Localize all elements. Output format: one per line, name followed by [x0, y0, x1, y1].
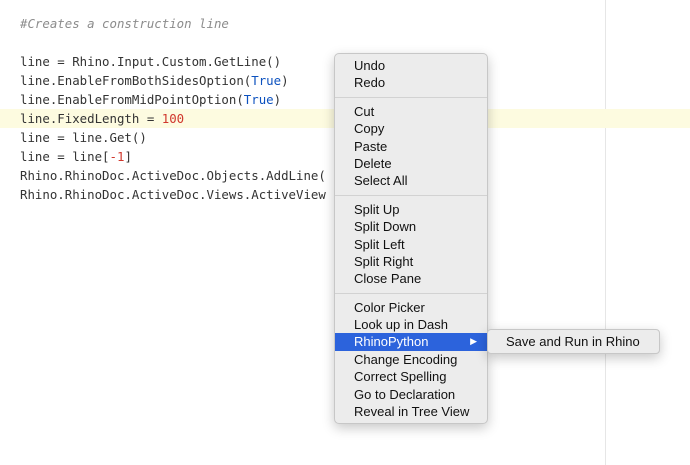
menu-item-close-pane[interactable]: Close Pane	[335, 270, 487, 287]
code-text: Rhino.RhinoDoc.ActiveDoc.Objects.AddLine…	[20, 168, 326, 183]
menu-item-undo[interactable]: Undo	[335, 57, 487, 74]
menu-item-label: Redo	[354, 75, 386, 91]
menu-item-label: Undo	[354, 58, 386, 73]
menu-item-split-down[interactable]: Split Down	[335, 218, 487, 235]
menu-item-look-up-in-dash[interactable]: Look up in Dash	[335, 316, 487, 333]
code-text: Rhino.RhinoDoc.ActiveDoc.Views.ActiveVie…	[20, 187, 326, 202]
code-text: line = line[	[20, 149, 110, 164]
menu-separator	[335, 292, 487, 294]
menu-item-label: RhinoPython	[354, 334, 429, 350]
menu-item-split-left[interactable]: Split Left	[335, 236, 487, 253]
menu-item-change-encoding[interactable]: Change Encoding	[335, 351, 487, 368]
menu-item-reveal-in-tree-view[interactable]: Reveal in Tree View	[335, 403, 487, 420]
menu-item-go-to-declaration[interactable]: Go to Declaration	[335, 386, 487, 403]
code-token-num: 100	[161, 111, 185, 126]
submenu-arrow-icon: ▶	[470, 336, 477, 347]
code-token-const: True	[243, 92, 274, 107]
menu-item-label: Change Encoding	[354, 351, 458, 367]
code-text: line.EnableFromMidPointOption(	[20, 92, 244, 107]
code-token-num: -1	[109, 149, 125, 164]
menu-item-label: Split Left	[354, 236, 405, 252]
code-text: )	[273, 92, 282, 107]
menu-item-label: Delete	[354, 155, 392, 171]
menu-item-label: Paste	[354, 138, 388, 154]
menu-item-label: Correct Spelling	[354, 369, 447, 385]
code-text: line = line.Get()	[20, 130, 147, 145]
rhinopython-submenu: Save and Run in Rhino	[487, 329, 660, 354]
menu-item-delete[interactable]: Delete	[335, 155, 487, 172]
code-comment: #Creates a construction line	[20, 16, 229, 31]
menu-item-paste[interactable]: Paste	[335, 138, 487, 155]
menu-item-label: Color Picker	[354, 299, 425, 315]
context-menu: Undo Redo Cut Copy Paste Delete Select All Spli…	[334, 53, 488, 424]
menu-item-cut[interactable]: Cut	[335, 103, 487, 120]
menu-separator	[335, 194, 487, 196]
code-text: line.EnableFromBothSidesOption(	[20, 73, 252, 88]
menu-item-label: Split Right	[354, 253, 414, 269]
code-line[interactable]	[0, 33, 690, 52]
code-token-const: True	[251, 73, 282, 88]
menu-item-correct-spelling[interactable]: Correct Spelling	[335, 368, 487, 385]
menu-item-redo[interactable]: Redo	[335, 74, 487, 91]
menu-item-save-and-run-in-rhino[interactable]: Save and Run in Rhino	[488, 330, 659, 353]
menu-item-select-all[interactable]: Select All	[335, 172, 487, 189]
menu-item-split-right[interactable]: Split Right	[335, 253, 487, 270]
menu-item-label: Split Down	[354, 219, 417, 235]
code-text: line.FixedLength =	[20, 111, 162, 126]
menu-item-label: Select All	[354, 173, 408, 189]
menu-separator	[335, 96, 487, 98]
menu-item-label: Reveal in Tree View	[354, 404, 470, 420]
code-line[interactable]: #Creates a construction line	[0, 14, 690, 33]
menu-item-label: Go to Declaration	[354, 386, 456, 402]
menu-item-rhinopython[interactable]: RhinoPython ▶	[335, 333, 487, 351]
code-text: )	[281, 73, 289, 88]
menu-item-label: Look up in Dash	[354, 317, 448, 333]
menu-item-label: Copy	[354, 121, 385, 137]
code-text: line = Rhino.Input.Custom.GetLine()	[20, 54, 282, 69]
menu-item-label: Close Pane	[354, 271, 422, 287]
menu-item-copy[interactable]: Copy	[335, 120, 487, 137]
menu-item-label: Cut	[354, 103, 375, 119]
menu-item-split-up[interactable]: Split Up	[335, 201, 487, 218]
menu-item-label: Split Up	[354, 201, 400, 217]
code-text: ]	[124, 149, 132, 164]
menu-item-color-picker[interactable]: Color Picker	[335, 299, 487, 316]
